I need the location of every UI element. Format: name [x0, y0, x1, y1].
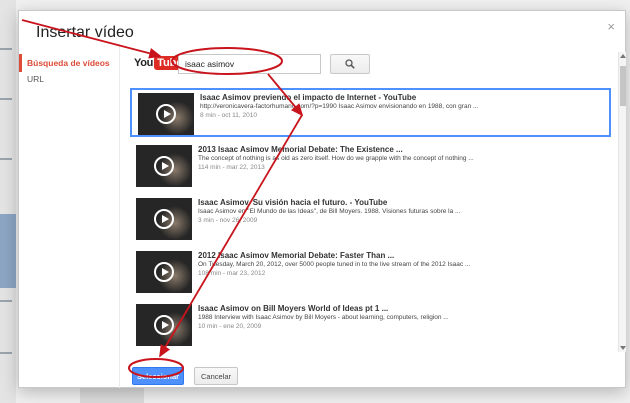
result-item[interactable]: 2013 Isaac Asimov Memorial Debate: The E…: [130, 142, 611, 191]
close-icon[interactable]: ×: [607, 19, 615, 34]
result-description: Isaac Asimov en "El Mundo de las Ideas",…: [198, 208, 461, 215]
youtube-logo-you: You: [134, 57, 154, 69]
search-input[interactable]: [178, 54, 321, 74]
play-icon: [154, 262, 174, 282]
result-meta: 114 min - mar 22, 2013: [198, 164, 265, 171]
cancel-button[interactable]: Cancelar: [194, 367, 238, 385]
scroll-down-icon[interactable]: [620, 346, 626, 350]
result-meta: 3 min - nov 26, 2009: [198, 217, 258, 224]
video-thumbnail: [136, 198, 192, 240]
result-item[interactable]: Isaac Asimov previendo el impacto de Int…: [130, 88, 611, 137]
background-tick: [0, 158, 12, 160]
results-list: Isaac Asimov previendo el impacto de Int…: [120, 84, 618, 350]
video-thumbnail: [136, 145, 192, 187]
result-description: 1988 Interview with Isaac Asimov by Bill…: [198, 314, 449, 321]
background-tick: [0, 352, 12, 354]
result-meta: 108 min - mar 23, 2012: [198, 270, 266, 277]
scroll-up-icon[interactable]: [620, 54, 626, 58]
results-scrollbar[interactable]: [618, 52, 626, 352]
sidebar-item-url[interactable]: URL: [19, 70, 111, 88]
play-icon: [154, 209, 174, 229]
search-icon: [345, 59, 355, 69]
result-item[interactable]: Isaac Asimov on Bill Moyers World of Ide…: [130, 301, 611, 350]
result-item[interactable]: Isaac Asimov. Su visión hacia el futuro.…: [130, 195, 611, 244]
result-title: 2012 Isaac Asimov Memorial Debate: Faste…: [198, 251, 395, 260]
background-tick: [0, 98, 12, 100]
background-left-strip: [0, 0, 16, 403]
result-description: http://veronicavera-factorhumano.com/?p=…: [200, 103, 479, 110]
result-title: Isaac Asimov. Su visión hacia el futuro.…: [198, 198, 388, 207]
scroll-thumb[interactable]: [620, 66, 626, 106]
background-tick: [0, 300, 12, 302]
background-tick: [0, 48, 12, 50]
play-icon: [154, 315, 174, 335]
search-button[interactable]: [330, 54, 370, 74]
dialog-title: Insertar vídeo: [36, 24, 134, 41]
select-button[interactable]: Seleccionar: [132, 367, 184, 385]
search-panel: You Tube Isaac Asimov previendo el impac…: [119, 44, 627, 388]
video-thumbnail: [138, 93, 194, 135]
result-title: Isaac Asimov previendo el impacto de Int…: [200, 93, 417, 102]
result-title: Isaac Asimov on Bill Moyers World of Ide…: [198, 304, 389, 313]
result-meta: 10 min - ene 20, 2009: [198, 323, 262, 330]
play-icon: [154, 156, 174, 176]
result-description: On Tuesday, March 20, 2012, over 5000 pe…: [198, 261, 471, 268]
background-blue-panel: [0, 214, 16, 288]
result-item[interactable]: 2012 Isaac Asimov Memorial Debate: Faste…: [130, 248, 611, 297]
play-icon: [156, 104, 176, 124]
result-meta: 8 min - oct 11, 2010: [200, 112, 257, 119]
video-thumbnail: [136, 251, 192, 293]
result-title: 2013 Isaac Asimov Memorial Debate: The E…: [198, 145, 403, 154]
insert-video-dialog: Insertar vídeo × Búsqueda de vídeos URL …: [18, 10, 626, 388]
video-thumbnail: [136, 304, 192, 346]
dialog-footer: Seleccionar Cancelar: [120, 362, 626, 388]
result-description: The concept of nothing is as old as zero…: [198, 155, 474, 162]
